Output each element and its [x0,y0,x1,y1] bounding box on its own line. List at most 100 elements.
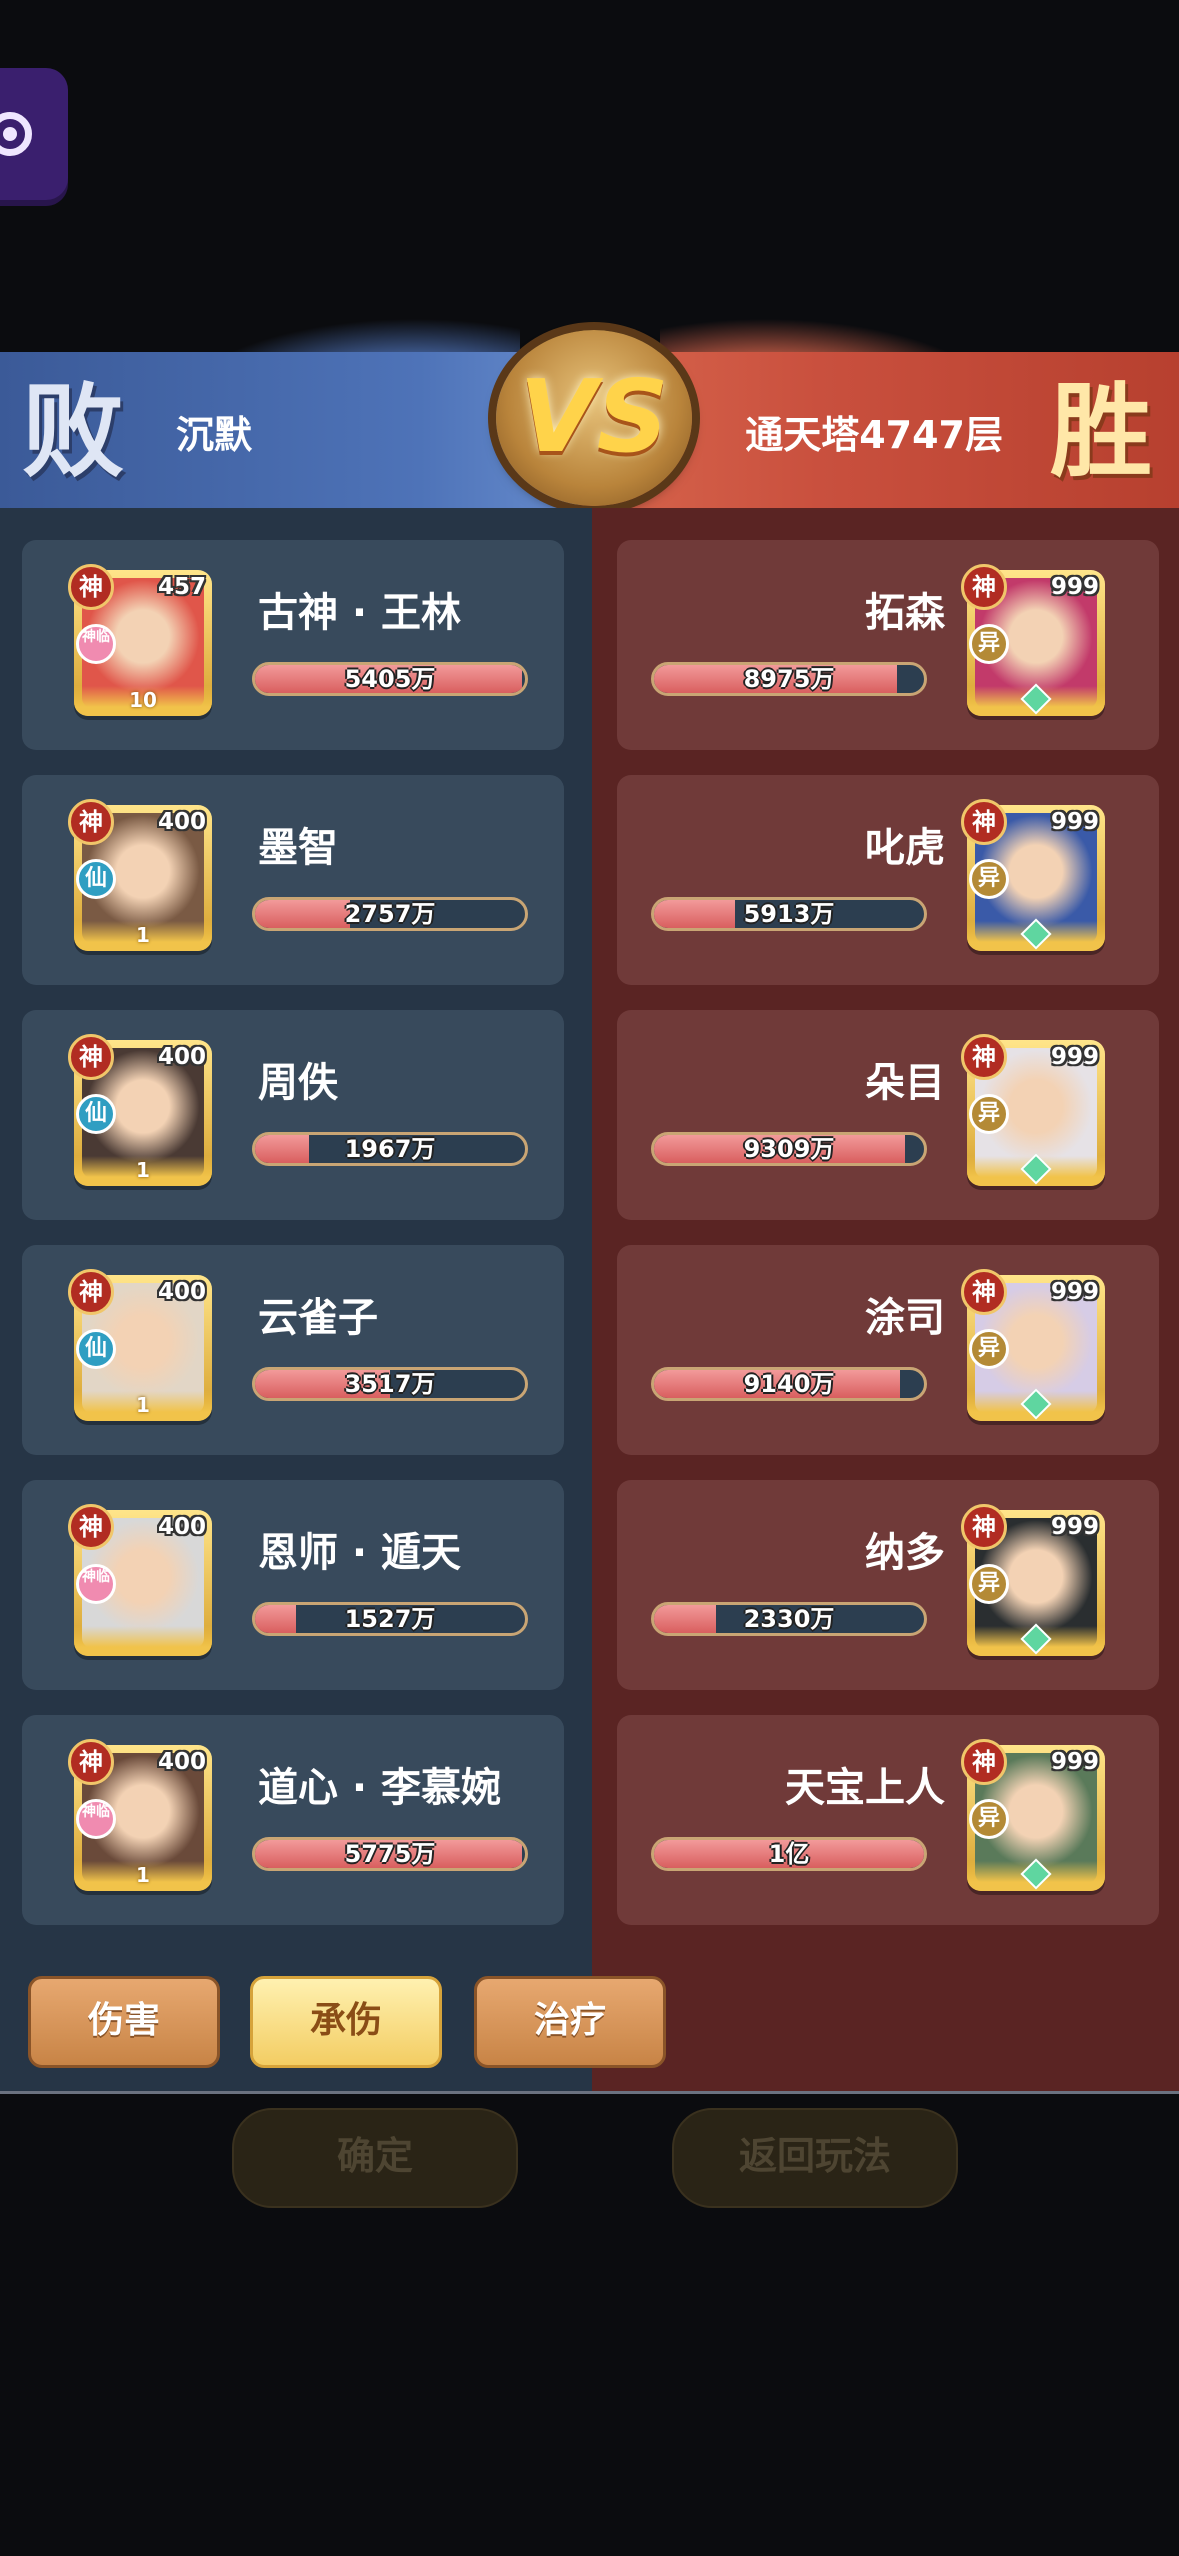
exit-button[interactable] [0,68,68,206]
hero-name: 道心 · 李慕婉 [258,1765,502,1811]
god-rank-badge: 神 [68,1269,114,1315]
faction-badge: 神临 [76,624,116,664]
god-rank-badge: 神 [961,564,1007,610]
damage-bar: 1967万 [252,1132,528,1166]
right-hero-card[interactable]: 神 999 异天宝上人 1亿 [617,1715,1159,1925]
panel-divider [0,2091,1179,2094]
star-count: 10 [129,688,157,712]
hero-level: 999 [1050,1749,1099,1775]
star-count: 1 [136,1863,150,1887]
damage-bar: 5405万 [252,662,528,696]
god-rank-badge: 神 [961,1504,1007,1550]
god-rank-badge: 神 [68,1504,114,1550]
damage-value: 5775万 [344,1840,436,1868]
hero-name: 叱虎 [865,825,945,871]
god-rank-badge: 神 [68,564,114,610]
damage-value: 1967万 [344,1135,436,1163]
victory-label: 胜 [1050,372,1152,492]
left-hero-card[interactable]: 神 400 仙 1 周佚 1967万 [22,1010,564,1220]
god-rank-badge: 神 [961,799,1007,845]
left-hero-card[interactable]: 神 400 仙 1 云雀子 3517万 [22,1245,564,1455]
hero-name: 涂司 [865,1295,945,1341]
damage-bar: 1亿 [651,1837,927,1871]
hero-name: 朵目 [865,1060,945,1106]
hero-portrait: 神 400 仙 1 [68,799,212,951]
damage-value: 1亿 [768,1840,810,1868]
tab-healing[interactable]: 治疗 [474,1976,666,2068]
hero-portrait: 神 999 异 [961,564,1105,716]
damage-value: 3517万 [344,1370,436,1398]
left-player-name: 沉默 [176,413,253,457]
portrait-frame-wings [74,1626,212,1656]
right-player-name: 通天塔4747层 [745,413,1003,457]
hero-name: 古神 · 王林 [258,590,462,636]
right-hero-card[interactable]: 神 999 异拓森 8975万 [617,540,1159,750]
hero-portrait: 神 400 仙 1 [68,1034,212,1186]
left-hero-card[interactable]: 神 457 神临 10 古神 · 王林 5405万 [22,540,564,750]
hero-name: 云雀子 [258,1295,378,1341]
faction-badge: 异 [969,859,1009,899]
hero-level: 400 [157,1514,206,1540]
tab-damage[interactable]: 伤害 [28,1976,220,2068]
tab-damage-taken[interactable]: 承伤 [250,1976,442,2068]
faction-badge: 异 [969,1564,1009,1604]
damage-value: 9140万 [743,1370,835,1398]
exit-icon-dot [3,127,17,141]
damage-bar: 8975万 [651,662,927,696]
hero-name: 周佚 [258,1060,338,1106]
hero-level: 457 [157,574,206,600]
god-rank-badge: 神 [961,1034,1007,1080]
star-count: 1 [136,923,150,947]
damage-bar: 1527万 [252,1602,528,1636]
hero-portrait: 神 400 仙 1 [68,1269,212,1421]
vs-emblem: VS [496,330,692,506]
left-hero-card[interactable]: 神 400 神临 1 道心 · 李慕婉 5775万 [22,1715,564,1925]
left-hero-card[interactable]: 神 400 神临 恩师 · 遁天 1527万 [22,1480,564,1690]
damage-bar: 3517万 [252,1367,528,1401]
faction-badge: 神临 [76,1799,116,1839]
hero-level: 400 [157,1279,206,1305]
faction-badge: 神临 [76,1564,116,1604]
damage-bar: 2757万 [252,897,528,931]
faction-badge: 仙 [76,1329,116,1369]
damage-value: 9309万 [743,1135,835,1163]
hero-portrait: 神 400 神临 [68,1504,212,1656]
hero-name: 拓森 [865,590,945,636]
star-count: 1 [136,1393,150,1417]
right-hero-card[interactable]: 神 999 异涂司 9140万 [617,1245,1159,1455]
faction-badge: 异 [969,1094,1009,1134]
hero-level: 999 [1050,574,1099,600]
right-hero-card[interactable]: 神 999 异纳多 2330万 [617,1480,1159,1690]
hero-portrait: 神 999 异 [961,1269,1105,1421]
right-hero-card[interactable]: 神 999 异叱虎 5913万 [617,775,1159,985]
god-rank-badge: 神 [68,799,114,845]
vs-text: VS [519,358,669,475]
hero-level: 999 [1050,809,1099,835]
damage-bar: 2330万 [651,1602,927,1636]
god-rank-badge: 神 [68,1034,114,1080]
defeat-label: 败 [22,372,124,492]
hero-level: 999 [1050,1044,1099,1070]
right-hero-card[interactable]: 神 999 异朵目 9309万 [617,1010,1159,1220]
damage-bar: 5913万 [651,897,927,931]
hero-portrait: 神 457 神临 10 [68,564,212,716]
hero-name: 天宝上人 [785,1765,945,1811]
hero-portrait: 神 999 异 [961,799,1105,951]
star-count: 1 [136,1158,150,1182]
hero-portrait: 神 999 异 [961,1034,1105,1186]
faction-badge: 异 [969,624,1009,664]
damage-value: 5913万 [743,900,835,928]
hero-name: 墨智 [258,825,338,871]
damage-value: 5405万 [344,665,436,693]
confirm-button[interactable]: 确定 [232,2108,518,2208]
god-rank-badge: 神 [68,1739,114,1785]
damage-bar: 9309万 [651,1132,927,1166]
hero-portrait: 神 999 异 [961,1504,1105,1656]
hero-name: 纳多 [865,1530,945,1576]
left-hero-card[interactable]: 神 400 仙 1 墨智 2757万 [22,775,564,985]
damage-value: 1527万 [344,1605,436,1633]
hero-level: 999 [1050,1514,1099,1540]
hero-level: 400 [157,1044,206,1070]
damage-value: 2330万 [743,1605,835,1633]
back-to-mode-button[interactable]: 返回玩法 [672,2108,958,2208]
